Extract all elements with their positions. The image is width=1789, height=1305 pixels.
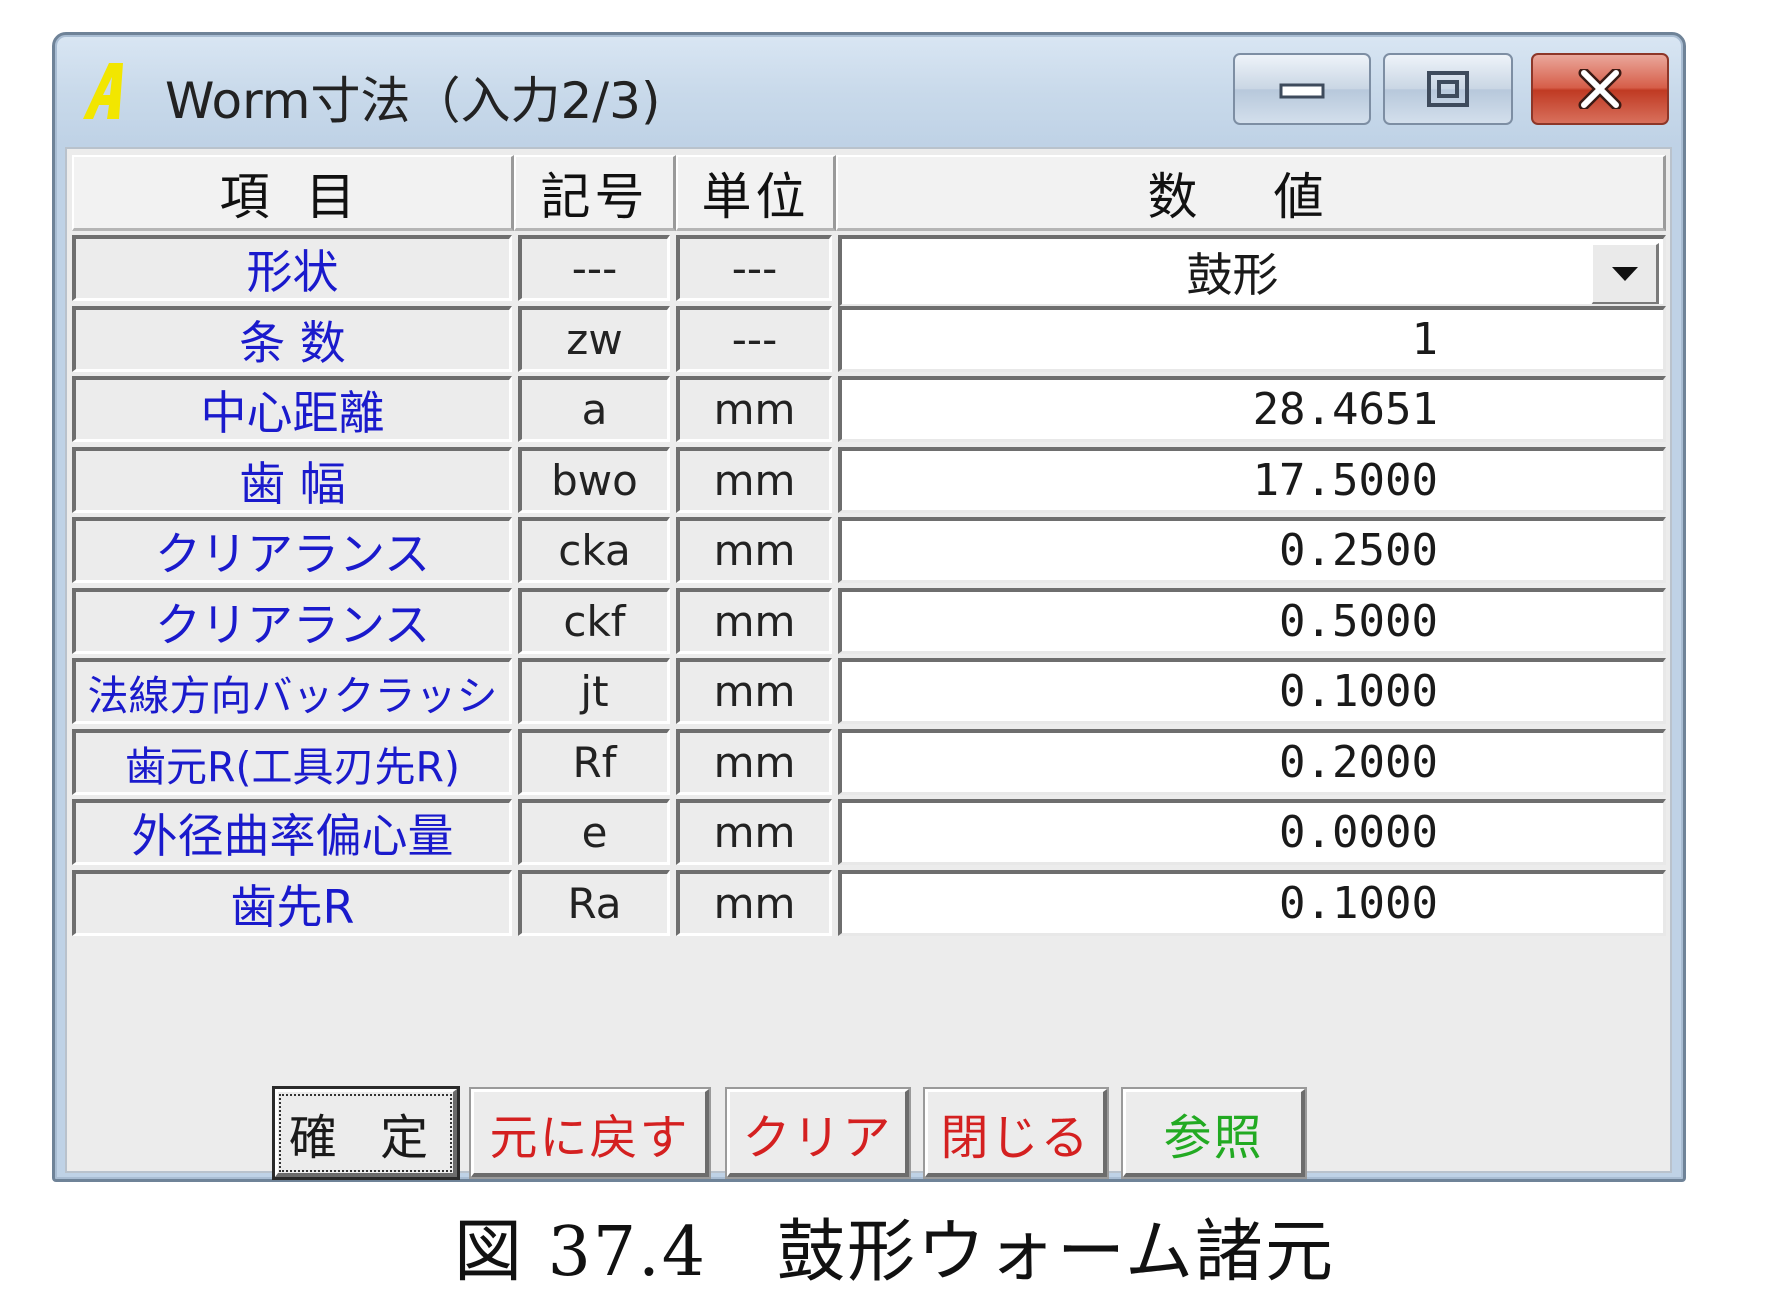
row-symbol: bwo xyxy=(518,447,670,513)
value-input[interactable]: 0.2500 xyxy=(838,517,1666,583)
title-bar[interactable]: Worm寸法（入力2/3) xyxy=(55,35,1683,145)
row-label: 外径曲率偏心量 xyxy=(72,799,512,865)
confirm-button[interactable]: 確 定 xyxy=(272,1086,460,1180)
app-logo-icon xyxy=(83,63,123,119)
value-input[interactable]: 0.0000 xyxy=(838,799,1666,865)
maximize-button[interactable] xyxy=(1383,53,1513,125)
row-unit: mm xyxy=(676,729,832,795)
row-symbol: --- xyxy=(518,235,670,301)
row-unit: mm xyxy=(676,376,832,442)
row-unit: mm xyxy=(676,870,832,936)
minimize-button[interactable] xyxy=(1233,53,1371,125)
row-label: 条 数 xyxy=(72,306,512,372)
value-input[interactable]: 1 xyxy=(838,306,1666,372)
row-unit: --- xyxy=(676,235,832,301)
close-button[interactable]: 閉じる xyxy=(923,1087,1109,1179)
row-symbol: a xyxy=(518,376,670,442)
row-label: 形状 xyxy=(72,235,512,301)
value-text: 0.2500 xyxy=(1279,525,1438,576)
value-text: 0.1000 xyxy=(1279,878,1438,929)
figure-caption: 図 37.4 鼓形ウォーム諸元 xyxy=(454,1213,1335,1292)
value-text: 1 xyxy=(1411,314,1439,365)
window-title: Worm寸法（入力2/3) xyxy=(165,72,661,130)
maximize-icon xyxy=(1427,71,1469,107)
clear-button[interactable]: クリア xyxy=(725,1087,911,1179)
value-text: 0.1000 xyxy=(1279,666,1438,717)
dialog-client-area: 項 目 記号 単位 数 値 形状 --- --- 鼓形条 数 zw --- 1 中心距離 a mm… xyxy=(65,147,1672,1180)
header-value: 数 値 xyxy=(836,155,1666,231)
row-symbol: ckf xyxy=(518,588,670,654)
dialog-window: Worm寸法（入力2/3) 項 目 記号 単位 数 値 形状 --- --- 鼓… xyxy=(52,32,1686,1182)
minimize-icon xyxy=(1279,83,1325,99)
header-unit: 単位 xyxy=(676,155,836,231)
shape-select[interactable]: 鼓形 xyxy=(838,235,1666,307)
revert-button[interactable]: 元に戻す xyxy=(469,1087,711,1179)
row-label: 歯先R xyxy=(72,870,512,936)
value-text: 0.2000 xyxy=(1279,737,1438,788)
header-item: 項 目 xyxy=(72,155,514,231)
value-input[interactable]: 17.5000 xyxy=(838,447,1666,513)
row-unit: --- xyxy=(676,306,832,372)
dropdown-button[interactable] xyxy=(1591,243,1659,304)
row-unit: mm xyxy=(676,447,832,513)
row-label: 歯元R(工具刃先R) xyxy=(72,729,512,795)
reference-button[interactable]: 参照 xyxy=(1121,1087,1307,1179)
value-input[interactable]: 0.5000 xyxy=(838,588,1666,654)
row-label: クリアランス xyxy=(72,588,512,654)
chevron-down-icon xyxy=(1611,266,1638,281)
row-unit: mm xyxy=(676,517,832,583)
row-unit: mm xyxy=(676,588,832,654)
row-label: 中心距離 xyxy=(72,376,512,442)
value-input[interactable]: 0.1000 xyxy=(838,870,1666,936)
page: Worm寸法（入力2/3) 項 目 記号 単位 数 値 形状 --- --- 鼓… xyxy=(0,0,1789,1305)
value-input[interactable]: 28.4651 xyxy=(838,376,1666,442)
row-symbol: e xyxy=(518,799,670,865)
row-symbol: Rf xyxy=(518,729,670,795)
confirm-button-label: 確 定 xyxy=(278,1093,453,1172)
row-unit: mm xyxy=(676,799,832,865)
value-input[interactable]: 0.1000 xyxy=(838,658,1666,724)
value-text: 28.4651 xyxy=(1252,384,1438,435)
row-symbol: zw xyxy=(518,306,670,372)
row-label: 歯 幅 xyxy=(72,447,512,513)
row-label: クリアランス xyxy=(72,517,512,583)
value-text: 0.0000 xyxy=(1279,807,1438,858)
row-unit: mm xyxy=(676,658,832,724)
row-symbol: cka xyxy=(518,517,670,583)
close-window-button[interactable] xyxy=(1531,53,1669,125)
close-icon xyxy=(1578,69,1622,109)
row-symbol: jt xyxy=(518,658,670,724)
header-symbol: 記号 xyxy=(514,155,676,231)
row-label: 法線方向バックラッシ xyxy=(72,658,512,724)
shape-select-value: 鼓形 xyxy=(1186,247,1279,302)
row-symbol: Ra xyxy=(518,870,670,936)
value-text: 17.5000 xyxy=(1252,455,1438,506)
value-input[interactable]: 0.2000 xyxy=(838,729,1666,795)
value-text: 0.5000 xyxy=(1279,596,1438,647)
